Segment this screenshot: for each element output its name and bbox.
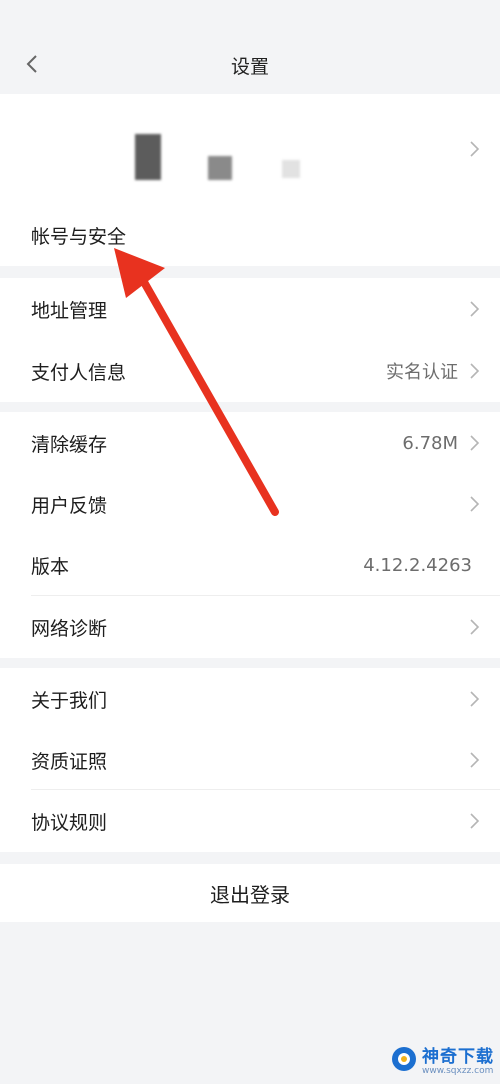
row-clear-cache[interactable]: 清除缓存 6.78M [0,412,500,474]
row-value: 实名认证 [386,362,458,383]
row-label: 网络诊断 [31,617,108,640]
version-number: 4.12.2.4263 [363,554,472,576]
badge-redacted [282,160,300,178]
chevron-right-icon [470,752,480,768]
logout-button[interactable]: 退出登录 [0,864,500,922]
cache-size: 6.78M [402,432,458,454]
settings-page: 设置 帐号与安全 地址管理 支付人信息 实名认证 清除缓存 6.78M 用户反馈 [0,0,500,1084]
chevron-right-icon [470,691,480,707]
chevron-right-icon [470,363,480,379]
name-redacted [208,156,232,180]
row-label: 清除缓存 [31,433,108,456]
row-payer-info[interactable]: 支付人信息 实名认证 [0,340,500,402]
watermark-brand: 神奇下载 [422,1047,494,1067]
chevron-right-icon [470,435,480,451]
chevron-right-icon [470,496,480,512]
row-agreements[interactable]: 协议规则 [0,790,500,852]
avatar-redacted [135,134,161,180]
row-about-us[interactable]: 关于我们 [0,668,500,730]
row-label: 关于我们 [31,689,108,712]
chevron-right-icon [470,301,480,317]
row-label: 协议规则 [31,811,108,834]
row-label: 支付人信息 [31,361,127,384]
row-user-feedback[interactable]: 用户反馈 [0,473,500,535]
settings-group-about: 关于我们 资质证照 协议规则 [0,668,500,852]
brand-logo-icon [392,1047,416,1071]
row-label: 地址管理 [31,299,108,322]
chevron-right-icon [470,141,480,157]
row-network-diagnosis[interactable]: 网络诊断 [0,596,500,658]
settings-group-general: 清除缓存 6.78M 用户反馈 版本 4.12.2.4263 网络诊断 [0,412,500,658]
account-card[interactable]: 帐号与安全 [0,94,500,266]
settings-group-address-payment: 地址管理 支付人信息 实名认证 [0,278,500,402]
row-address-management[interactable]: 地址管理 [0,278,500,340]
row-label: 版本 [31,555,70,578]
logout-label: 退出登录 [210,882,290,907]
chevron-right-icon [470,619,480,635]
row-label: 用户反馈 [31,494,108,517]
row-qualifications[interactable]: 资质证照 [0,729,500,791]
page-title: 设置 [230,56,269,78]
watermark-site: www.sqxzz.com [422,1066,494,1076]
top-bar: 设置 [0,0,500,92]
account-security-label: 帐号与安全 [31,226,127,248]
chevron-right-icon [470,813,480,829]
row-version: 版本 4.12.2.4263 [0,534,500,596]
watermark: 神奇下载 www.sqxzz.com [390,1042,494,1076]
row-label: 资质证照 [31,750,108,773]
